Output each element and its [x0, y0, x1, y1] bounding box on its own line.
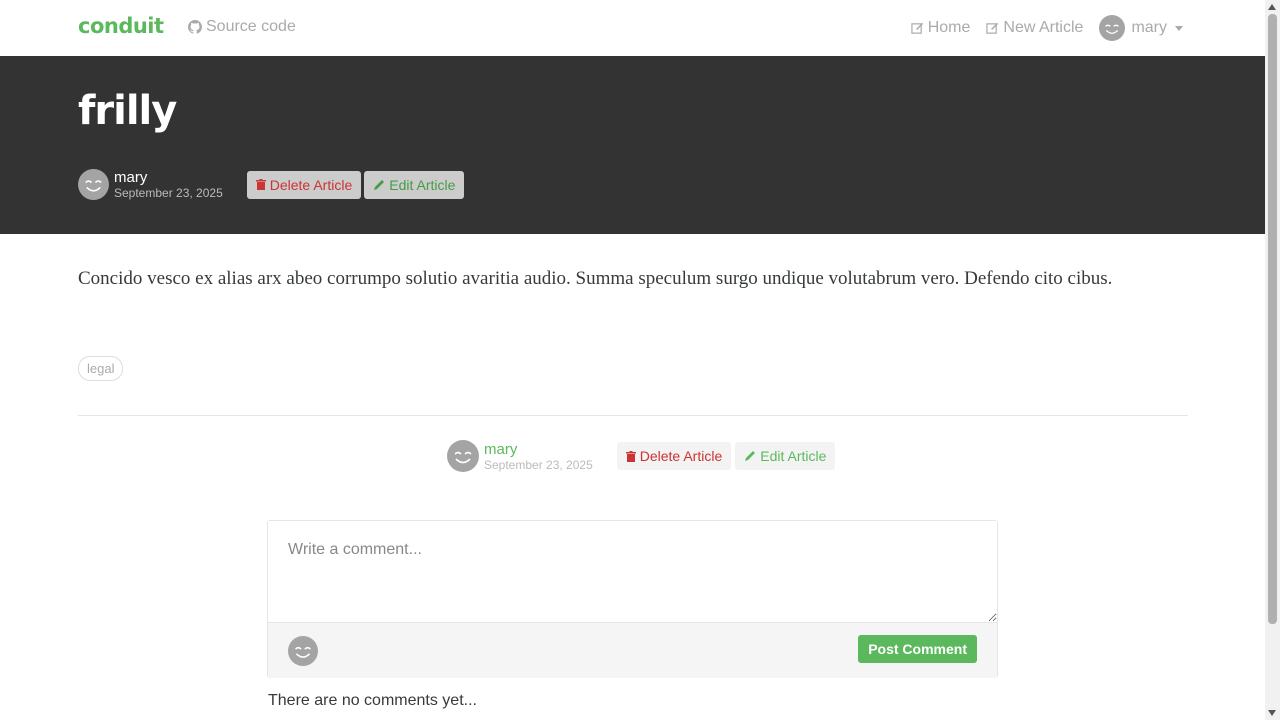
smiley-avatar-icon: [454, 451, 472, 464]
scrollbar-thumb[interactable]: [1268, 14, 1277, 624]
smiley-avatar-icon: [294, 646, 312, 658]
brand-logo[interactable]: conduit: [78, 14, 164, 38]
trash-icon: [255, 179, 266, 190]
scrollbar[interactable]: [1265, 0, 1280, 720]
article-title: frilly: [78, 88, 177, 134]
nav-new-article-label: New Article: [1003, 19, 1084, 36]
article-body: Concido vesco ex alias arx abeo corrumpo…: [78, 268, 1113, 289]
comment-form-footer: Post Comment: [268, 622, 997, 678]
pencil-icon: [745, 451, 756, 461]
tag-pill[interactable]: legal: [78, 356, 124, 381]
edit-square-icon: [911, 22, 923, 34]
edit-article-button[interactable]: Edit Article: [735, 442, 836, 470]
delete-article-button[interactable]: Delete Article: [246, 170, 362, 199]
author-info: mary September 23, 2025: [114, 170, 223, 199]
article-date: September 23, 2025: [114, 186, 223, 200]
nav-links: Home New Article mary: [895, 14, 1183, 42]
navbar: conduit Source code Home New Article mar…: [0, 0, 1265, 56]
article-date: September 23, 2025: [484, 457, 593, 472]
no-comments-text: There are no comments yet...: [268, 692, 477, 709]
divider: [78, 415, 1188, 416]
article-banner: frilly mary September 23, 2025 Delete Ar…: [0, 56, 1265, 234]
author-info: mary September 23, 2025: [484, 442, 593, 471]
edit-article-label: Edit Article: [389, 176, 456, 193]
smiley-avatar-icon: [85, 180, 102, 192]
user-menu[interactable]: mary: [1099, 15, 1183, 41]
nav-home-label: Home: [927, 19, 971, 36]
source-code-link[interactable]: Source code: [188, 18, 296, 36]
trash-icon: [625, 450, 636, 462]
source-code-label: Source code: [206, 18, 296, 35]
github-icon: [188, 20, 202, 34]
comment-form: Post Comment: [267, 520, 998, 678]
scroll-up-arrow-icon[interactable]: [1268, 4, 1276, 10]
edit-article-label: Edit Article: [760, 448, 827, 464]
comment-input[interactable]: [268, 521, 997, 622]
pencil-icon: [374, 179, 385, 190]
author-name[interactable]: mary: [114, 170, 223, 185]
author-name[interactable]: mary: [484, 442, 593, 457]
chevron-down-icon: [1175, 25, 1183, 31]
delete-article-label: Delete Article: [639, 448, 723, 464]
post-comment-button[interactable]: Post Comment: [858, 635, 977, 663]
article-meta: mary September 23, 2025 Delete Article E…: [78, 169, 465, 200]
article-actions-bottom: mary September 23, 2025 Delete Article E…: [447, 440, 836, 472]
author-avatar[interactable]: [447, 440, 479, 472]
avatar: [288, 636, 318, 666]
edit-article-button[interactable]: Edit Article: [364, 170, 465, 199]
author-avatar[interactable]: [78, 169, 109, 200]
scroll-down-arrow-icon[interactable]: [1268, 710, 1276, 716]
delete-article-label: Delete Article: [269, 176, 353, 193]
user-menu-name: mary: [1131, 19, 1167, 36]
edit-square-icon: [986, 22, 999, 34]
avatar: [1099, 15, 1126, 41]
nav-new-article-link[interactable]: New Article: [986, 19, 1083, 37]
nav-home-link[interactable]: Home: [911, 19, 971, 37]
delete-article-button[interactable]: Delete Article: [616, 442, 732, 470]
smiley-avatar-icon: [1105, 24, 1120, 34]
